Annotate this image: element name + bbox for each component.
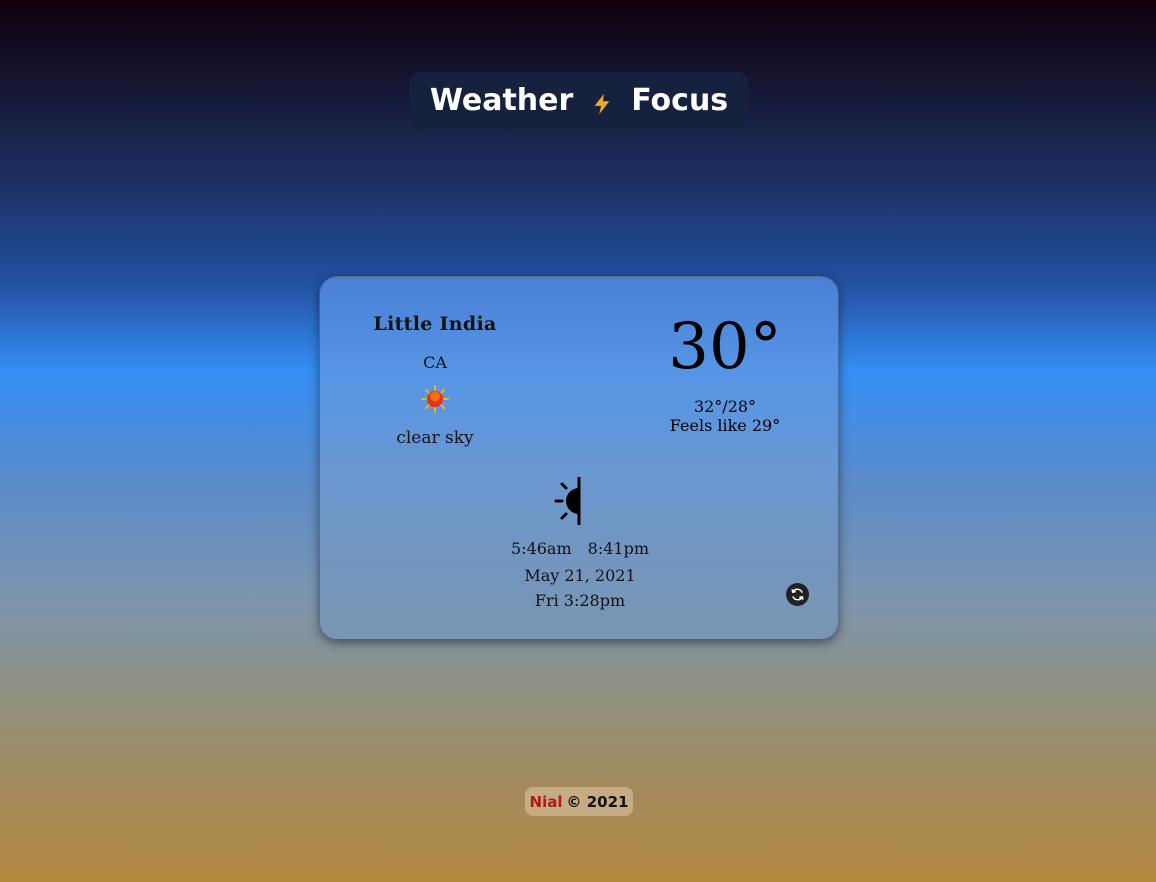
sun-moon-icon [554,477,604,525]
header-title-weather: Weather [429,83,574,118]
current-temperature: 30° [668,310,782,384]
footer-copyright: © 2021 [566,792,629,811]
app-header: Weather Focus [410,72,748,129]
refresh-button[interactable] [786,583,809,606]
weather-description: clear sky [396,428,474,448]
lightning-bolt-icon [594,93,610,114]
city-name: Little India [373,313,497,335]
temperature-range: 32°/28° [693,397,757,416]
sunrise-time: 5:46am [511,539,572,558]
feels-like: Feels like 29° [669,416,781,435]
current-date: May 21, 2021 [524,566,636,585]
header-title-focus: Focus [631,83,729,118]
location-block: Little India CA clear sky [356,313,514,448]
sun-times-block: 5:46am 8:41pm May 21, 2021 Fri 3:28pm [480,473,680,610]
refresh-icon [791,588,804,601]
footer-author: Nial [529,792,563,811]
country-code: CA [423,353,447,372]
sunset-time: 8:41pm [587,539,649,558]
footer-credit: Nial © 2021 [525,787,633,816]
temperature-block: 30° 32°/28° Feels like 29° [650,315,800,435]
weather-card: Little India CA clear sky 30° 32°/28° Fe… [319,276,839,640]
current-day-time: Fri 3:28pm [534,591,626,610]
sun-icon [421,385,449,413]
sun-times: 5:46am 8:41pm [480,539,680,558]
